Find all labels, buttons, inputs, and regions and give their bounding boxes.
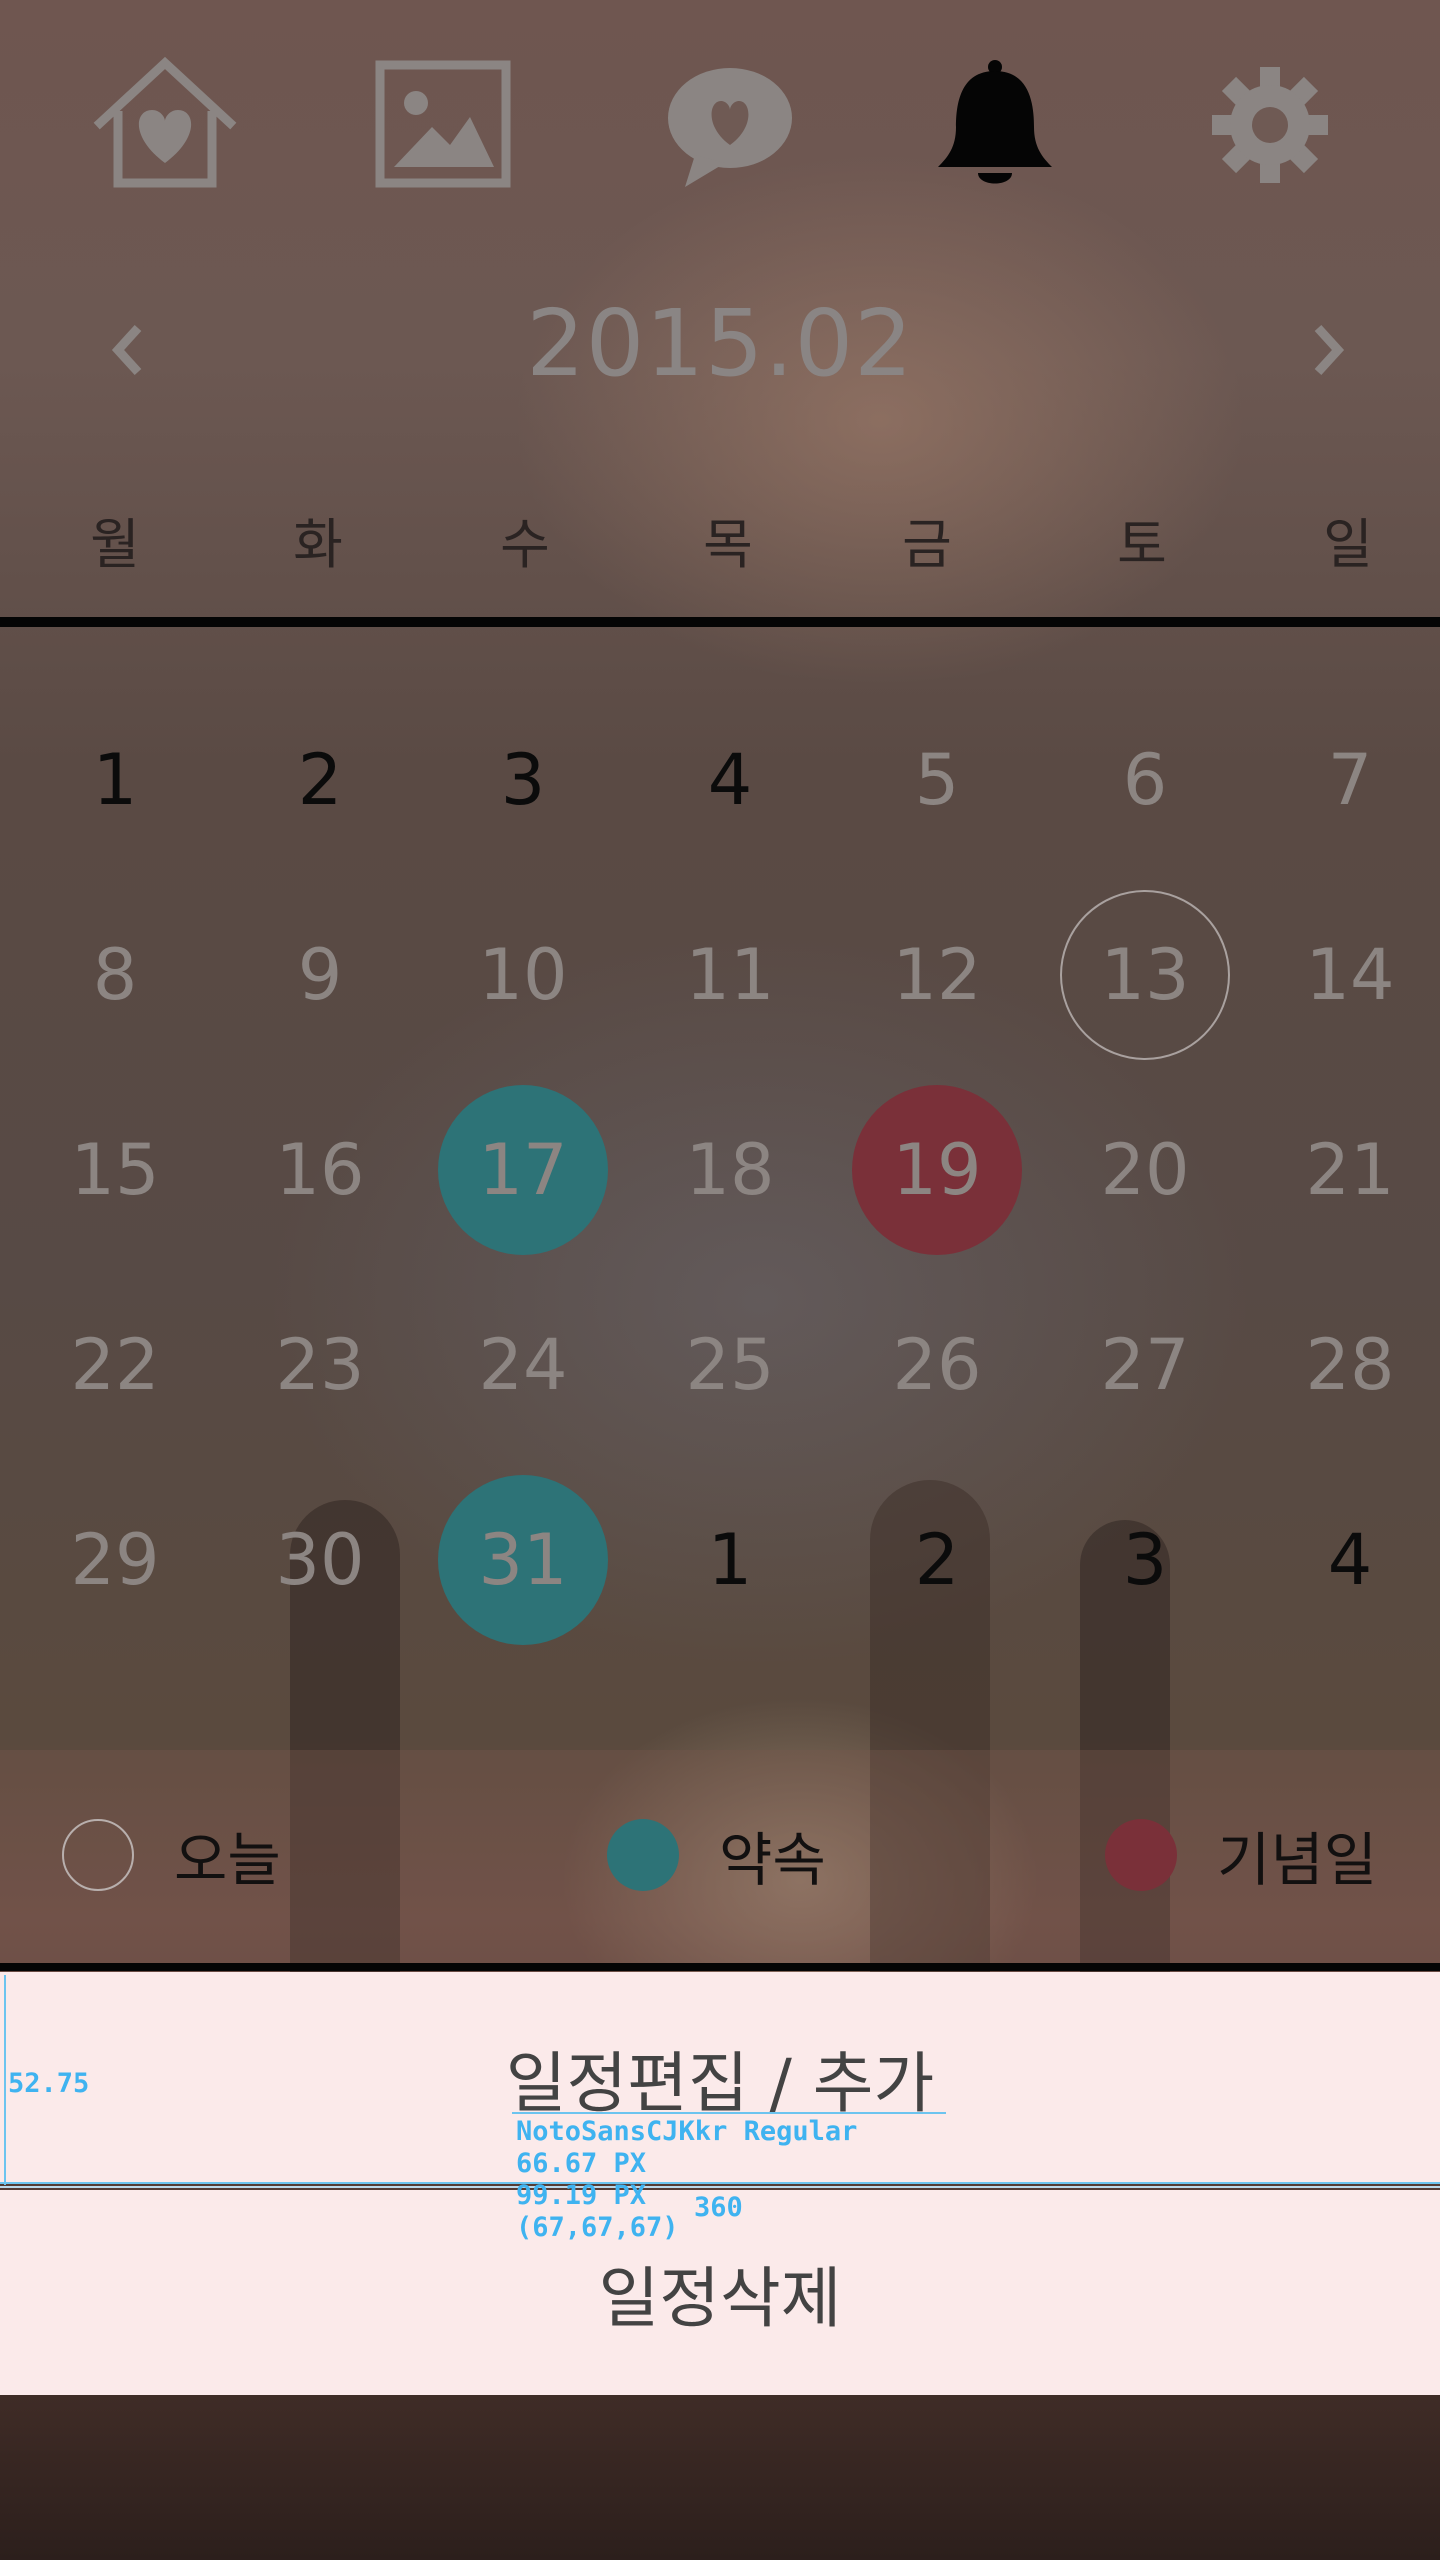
calendar-day[interactable]: 26 xyxy=(852,1280,1022,1450)
legend-divider xyxy=(0,1963,1440,1971)
calendar-day[interactable]: 20 xyxy=(1060,1085,1230,1255)
annotation-font-size: 66.67 PX xyxy=(516,2148,647,2179)
calendar-day[interactable]: 6 xyxy=(1060,695,1230,865)
calendar-day[interactable]: 11 xyxy=(645,890,815,1060)
weekday-label: 목 xyxy=(703,513,753,576)
button-divider xyxy=(0,2186,1440,2188)
calendar-day[interactable]: 2 xyxy=(852,1475,1022,1645)
edit-add-schedule-button[interactable]: 일정편집 / 추가 xyxy=(0,1972,1440,2184)
legend-item-appointment: 약속 xyxy=(607,1815,826,1895)
weekday-label: 토 xyxy=(1117,513,1167,576)
legend-item-anniversary: 기념일 xyxy=(1105,1815,1377,1895)
calendar-day[interactable]: 27 xyxy=(1060,1280,1230,1450)
weekday-label: 일 xyxy=(1323,513,1373,576)
calendar-day[interactable]: 16 xyxy=(235,1085,405,1255)
bell-icon[interactable] xyxy=(920,55,1070,195)
calendar-day[interactable]: 18 xyxy=(645,1085,815,1255)
calendar-day[interactable]: 4 xyxy=(1265,1475,1435,1645)
calendar-day[interactable]: 3 xyxy=(438,695,608,865)
calendar-day[interactable]: 31 xyxy=(438,1475,608,1645)
calendar-day[interactable]: 10 xyxy=(438,890,608,1060)
calendar-day[interactable]: 24 xyxy=(438,1280,608,1450)
calendar-day[interactable]: 4 xyxy=(645,695,815,865)
legend: 오늘 약속 기념일 xyxy=(0,1750,1440,1965)
month-header: 2015.02 xyxy=(0,270,1440,420)
calendar-day[interactable]: 8 xyxy=(30,890,200,1060)
top-navigation xyxy=(0,0,1440,250)
calendar-day[interactable]: 1 xyxy=(645,1475,815,1645)
calendar-day[interactable]: 29 xyxy=(30,1475,200,1645)
calendar-day[interactable]: 9 xyxy=(235,890,405,1060)
calendar-day[interactable]: 25 xyxy=(645,1280,815,1450)
annotation-width-label: 360 xyxy=(694,2192,743,2223)
home-heart-icon[interactable] xyxy=(90,55,240,195)
weekday-header: 월 화 수 목 금 토 일 xyxy=(0,480,1440,590)
calendar-day[interactable]: 19 xyxy=(852,1085,1022,1255)
legend-label-today: 오늘 xyxy=(174,1826,281,1894)
annotation-color-rgb: (67,67,67) xyxy=(516,2212,679,2243)
today-marker-icon xyxy=(62,1819,134,1891)
appointment-marker-icon xyxy=(607,1819,679,1891)
legend-item-today: 오늘 xyxy=(62,1815,281,1895)
chat-heart-icon[interactable] xyxy=(655,55,805,195)
annotation-height-label: 52.75 xyxy=(8,2068,90,2099)
weekday-label: 금 xyxy=(902,513,952,576)
calendar-day[interactable]: 5 xyxy=(852,695,1022,865)
calendar-day[interactable]: 15 xyxy=(30,1085,200,1255)
calendar-day[interactable]: 23 xyxy=(235,1280,405,1450)
chevron-right-icon[interactable] xyxy=(1288,310,1368,390)
calendar-day[interactable]: 7 xyxy=(1265,695,1435,865)
calendar-day[interactable]: 2 xyxy=(235,695,405,865)
calendar-day[interactable]: 22 xyxy=(30,1280,200,1450)
annotation-line-size: 99.19 PX xyxy=(516,2180,647,2211)
annotation-guide xyxy=(4,1975,6,2185)
calendar-day[interactable]: 1 xyxy=(30,695,200,865)
weekday-label: 화 xyxy=(293,513,343,576)
calendar-day[interactable]: 12 xyxy=(852,890,1022,1060)
calendar-day[interactable]: 13 xyxy=(1060,890,1230,1060)
weekday-label: 수 xyxy=(500,513,550,576)
calendar-day[interactable]: 30 xyxy=(235,1475,405,1645)
anniversary-marker-icon xyxy=(1105,1819,1177,1891)
calendar-day[interactable]: 17 xyxy=(438,1085,608,1255)
annotation-guide xyxy=(512,2112,946,2114)
calendar-grid: 1 2 3 4 5 6 7 8 9 10 11 12 13 14 15 16 17 18 19 20 21 22 23 24 2… xyxy=(0,625,1440,1745)
legend-label-anniversary: 기념일 xyxy=(1217,1826,1378,1894)
month-title: 2015.02 xyxy=(526,290,914,397)
weekday-label: 월 xyxy=(90,513,140,576)
annotation-guide xyxy=(0,2182,1440,2184)
calendar-day[interactable]: 3 xyxy=(1060,1475,1230,1645)
calendar-day[interactable]: 21 xyxy=(1265,1085,1435,1255)
gear-icon[interactable] xyxy=(1195,55,1345,195)
annotation-font-name: NotoSansCJKkr Regular xyxy=(516,2116,858,2147)
calendar-day[interactable]: 14 xyxy=(1265,890,1435,1060)
calendar-day[interactable]: 28 xyxy=(1265,1280,1435,1450)
image-icon[interactable] xyxy=(368,55,518,195)
legend-label-appointment: 약속 xyxy=(719,1826,826,1894)
